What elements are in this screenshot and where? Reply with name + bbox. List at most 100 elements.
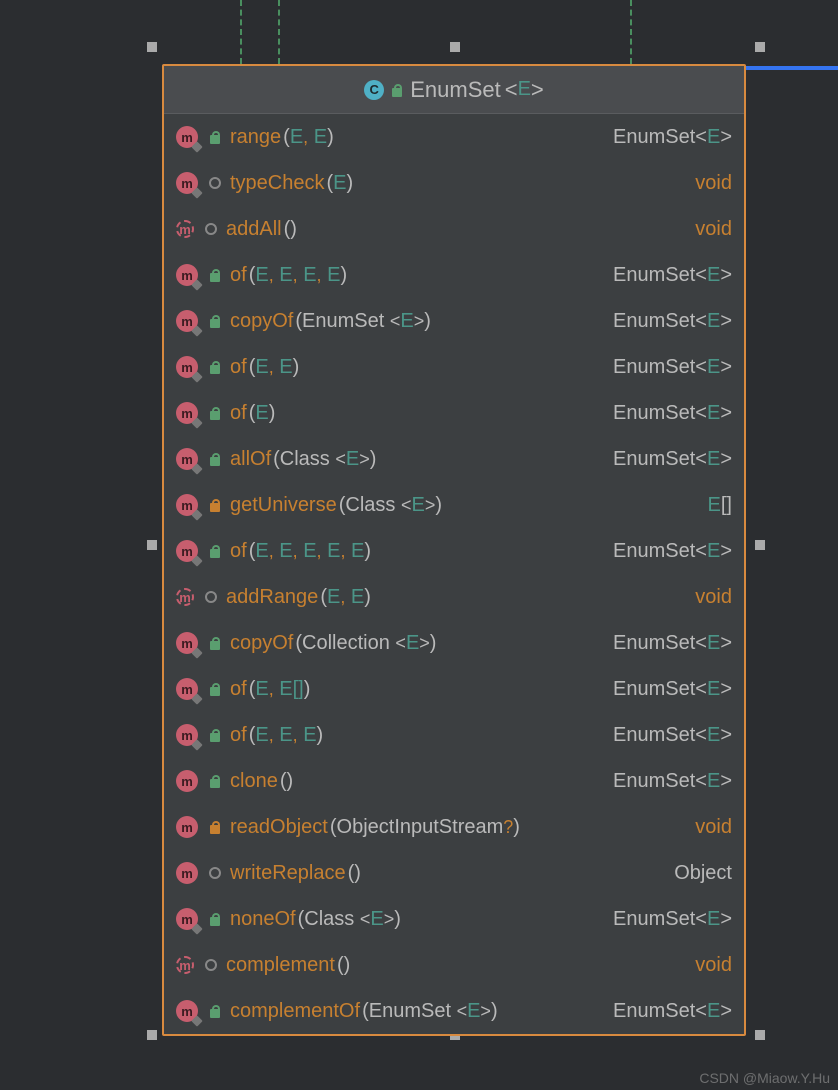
return-type: EnumSet<E>	[613, 402, 732, 425]
method-icon: m	[176, 816, 198, 838]
method-signature: writeReplace()	[230, 862, 674, 885]
method-row[interactable]: m allOf(Class <E>)EnumSet<E>	[164, 436, 744, 482]
method-signature: readObject(ObjectInputStream?)	[230, 816, 695, 839]
method-signature: complement()	[226, 954, 695, 977]
return-type: void	[695, 218, 732, 241]
method-row[interactable]: m complement()void	[164, 942, 744, 988]
package-modifier-icon	[206, 177, 224, 189]
method-row[interactable]: m copyOf(Collection <E>)EnumSet<E>	[164, 620, 744, 666]
method-row[interactable]: mnoneOf(Class <E>)EnumSet<E>	[164, 896, 744, 942]
return-type: EnumSet<E>	[613, 1000, 732, 1023]
package-modifier-icon	[202, 959, 220, 971]
public-modifier-icon	[206, 360, 224, 374]
package-modifier-icon	[202, 223, 220, 235]
class-diagram-node[interactable]: C EnumSet<E> mrange(E, E)EnumSet<E>mtype…	[162, 64, 746, 1036]
resize-handle[interactable]	[450, 42, 460, 52]
method-icon: m	[176, 724, 198, 746]
relation-line	[278, 0, 280, 64]
public-modifier-icon	[206, 728, 224, 742]
public-modifier-icon	[206, 406, 224, 420]
resize-handle[interactable]	[147, 42, 157, 52]
method-signature: copyOf(EnumSet <E>)	[230, 310, 613, 333]
method-row[interactable]: mcopyOf(EnumSet <E>)EnumSet<E>	[164, 298, 744, 344]
method-row[interactable]: m of(E, E)EnumSet<E>	[164, 344, 744, 390]
class-name: EnumSet<E>	[410, 77, 544, 103]
method-row[interactable]: mcomplementOf(EnumSet <E>)EnumSet<E>	[164, 988, 744, 1034]
method-icon: m	[176, 126, 198, 148]
resize-handle[interactable]	[147, 1030, 157, 1040]
method-signature: typeCheck(E)	[230, 172, 695, 195]
return-type: EnumSet<E>	[613, 448, 732, 471]
resize-handle[interactable]	[755, 540, 765, 550]
method-signature: getUniverse(Class <E>)	[230, 494, 708, 517]
public-modifier-icon	[206, 636, 224, 650]
return-type: EnumSet<E>	[613, 126, 732, 149]
method-row[interactable]: m of(E, E[])EnumSet<E>	[164, 666, 744, 712]
method-icon: m	[176, 1000, 198, 1022]
return-type: EnumSet<E>	[613, 908, 732, 931]
method-signature: of(E, E)	[230, 356, 613, 379]
method-icon: m	[176, 356, 198, 378]
method-row[interactable]: mof(E, E, E, E, E)EnumSet<E>	[164, 528, 744, 574]
method-icon: m	[176, 264, 198, 286]
return-type: EnumSet<E>	[613, 678, 732, 701]
method-row[interactable]: mof(E, E, E, E)EnumSet<E>	[164, 252, 744, 298]
method-icon: m	[176, 956, 194, 974]
public-modifier-icon	[206, 452, 224, 466]
resize-handle[interactable]	[755, 42, 765, 52]
method-row[interactable]: m range(E, E)EnumSet<E>	[164, 114, 744, 160]
method-icon: m	[176, 588, 194, 606]
resize-handle[interactable]	[755, 1030, 765, 1040]
resize-handle[interactable]	[147, 540, 157, 550]
watermark-text: CSDN @Miaow.Y.Hu	[699, 1070, 830, 1086]
method-icon: m	[176, 540, 198, 562]
method-signature: copyOf(Collection <E>)	[230, 632, 613, 655]
return-type: void	[695, 816, 732, 839]
method-row[interactable]: m writeReplace()Object	[164, 850, 744, 896]
return-type: EnumSet<E>	[613, 356, 732, 379]
private-modifier-icon	[206, 498, 224, 512]
method-row[interactable]: maddAll()void	[164, 206, 744, 252]
method-row[interactable]: m typeCheck(E)void	[164, 160, 744, 206]
method-row[interactable]: maddRange(E, E)void	[164, 574, 744, 620]
public-modifier-icon	[206, 912, 224, 926]
method-icon: m	[176, 172, 198, 194]
return-type: EnumSet<E>	[613, 770, 732, 793]
public-modifier-icon	[206, 268, 224, 282]
return-type: void	[695, 586, 732, 609]
public-modifier-icon	[390, 83, 404, 97]
return-type: E[]	[708, 494, 732, 517]
return-type: EnumSet<E>	[613, 540, 732, 563]
method-row[interactable]: mof(E)EnumSet<E>	[164, 390, 744, 436]
method-signature: noneOf(Class <E>)	[230, 908, 613, 931]
method-icon: m	[176, 862, 198, 884]
return-type: EnumSet<E>	[613, 724, 732, 747]
public-modifier-icon	[206, 1004, 224, 1018]
method-row[interactable]: mclone()EnumSet<E>	[164, 758, 744, 804]
return-type: void	[695, 954, 732, 977]
method-row[interactable]: m getUniverse(Class <E>)E[]	[164, 482, 744, 528]
method-signature: allOf(Class <E>)	[230, 448, 613, 471]
method-signature: of(E, E, E, E)	[230, 264, 613, 287]
method-row[interactable]: m readObject(ObjectInputStream?)void	[164, 804, 744, 850]
method-icon: m	[176, 448, 198, 470]
public-modifier-icon	[206, 544, 224, 558]
method-icon: m	[176, 220, 194, 238]
class-header[interactable]: C EnumSet<E>	[164, 66, 744, 114]
public-modifier-icon	[206, 682, 224, 696]
method-icon: m	[176, 494, 198, 516]
method-signature: of(E, E[])	[230, 678, 613, 701]
return-type: EnumSet<E>	[613, 632, 732, 655]
method-row[interactable]: mof(E, E, E)EnumSet<E>	[164, 712, 744, 758]
method-icon: m	[176, 678, 198, 700]
return-type: void	[695, 172, 732, 195]
package-modifier-icon	[206, 867, 224, 879]
method-signature: clone()	[230, 770, 613, 793]
method-icon: m	[176, 632, 198, 654]
method-signature: range(E, E)	[230, 126, 613, 149]
relation-line	[630, 0, 632, 64]
relation-line	[240, 0, 242, 64]
public-modifier-icon	[206, 130, 224, 144]
private-modifier-icon	[206, 820, 224, 834]
return-type: Object	[674, 862, 732, 885]
